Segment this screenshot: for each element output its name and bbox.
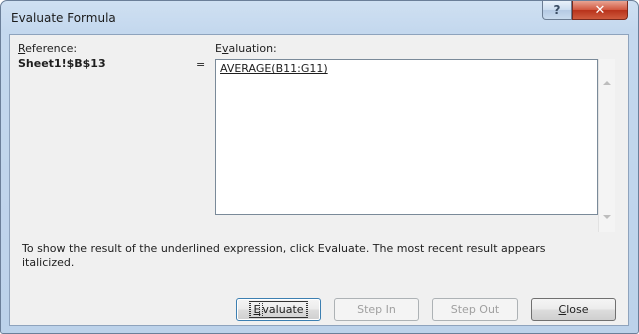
evaluation-textbox[interactable]: AVERAGE(B11:G11)	[215, 59, 598, 215]
title-bar[interactable]: Evaluate Formula ? ✕	[1, 1, 638, 35]
step-in-button[interactable]: Step In	[334, 298, 419, 321]
close-button[interactable]: Close	[531, 298, 616, 321]
close-button-label: Close	[558, 303, 589, 316]
step-out-button[interactable]: Step Out	[432, 298, 518, 321]
evaluate-button-label: Evaluate	[249, 301, 308, 318]
window-close-button[interactable]: ✕	[572, 1, 628, 20]
help-icon: ?	[553, 3, 561, 17]
step-in-label: Step In	[357, 303, 396, 316]
evaluate-button[interactable]: Evaluate	[236, 298, 321, 321]
reference-label: Reference:	[18, 42, 78, 55]
underlined-expression: AVERAGE(B11:G11)	[220, 62, 328, 75]
step-out-label: Step Out	[450, 303, 500, 316]
equals-sign: =	[196, 58, 206, 71]
reference-value: Sheet1!$B$13	[18, 57, 106, 70]
window-title: Evaluate Formula	[11, 11, 116, 25]
scroll-up-arrow-icon[interactable]	[603, 81, 611, 85]
instruction-text: To show the result of the underlined exp…	[22, 242, 546, 269]
close-icon: ✕	[594, 2, 606, 18]
evaluation-scrollbar[interactable]	[598, 59, 615, 232]
scroll-down-arrow-icon[interactable]	[603, 215, 611, 219]
help-button[interactable]: ?	[542, 1, 572, 20]
evaluation-label: Evaluation:	[215, 42, 277, 55]
